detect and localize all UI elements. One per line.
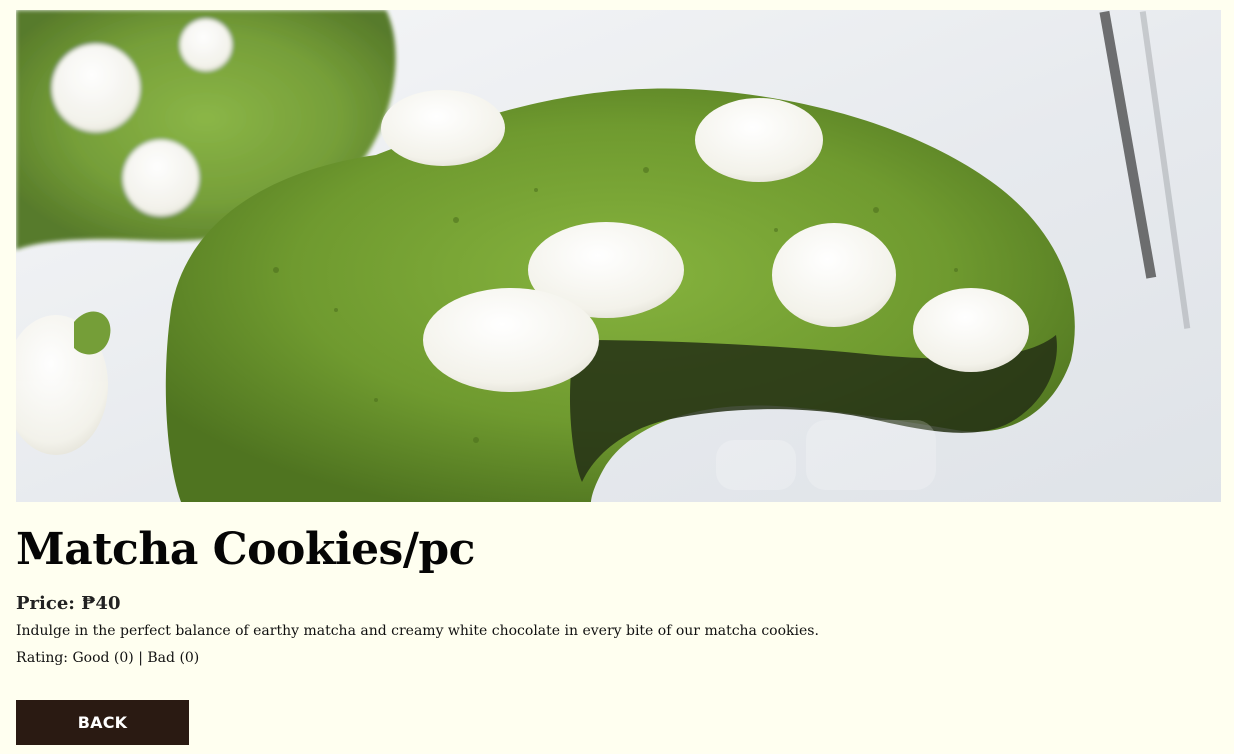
product-description: Indulge in the perfect balance of earthy… [16,623,819,639]
product-price: Price: ₱40 [16,593,120,614]
rating-bad: Bad (0) [147,650,200,666]
rating-label: Rating: [16,650,69,666]
rating-good: Good (0) [72,650,134,666]
back-button[interactable]: BACK [16,700,189,745]
product-title: Matcha Cookies/pc [16,524,475,575]
price-value: ₱40 [81,593,121,614]
price-label: Price: [16,593,75,614]
product-image [16,10,1221,502]
product-rating: Rating: Good (0) | Bad (0) [16,650,199,666]
matcha-cookie-photo [16,10,1221,502]
rating-separator: | [138,650,143,666]
